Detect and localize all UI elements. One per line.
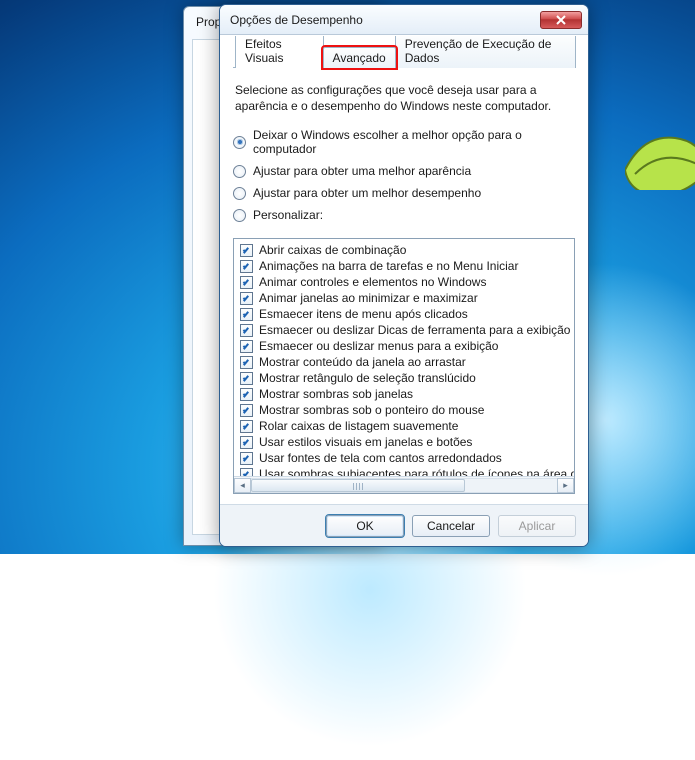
radio-label: Personalizar: [253, 208, 323, 222]
radio-label: Ajustar para obter um melhor desempenho [253, 186, 481, 200]
list-item[interactable]: Abrir caixas de combinação [238, 242, 574, 258]
button-label: OK [356, 519, 373, 533]
tab-dep[interactable]: Prevenção de Execução de Dados [395, 35, 576, 68]
radio-let-windows-choose[interactable]: Deixar o Windows escolher a melhor opção… [233, 128, 575, 156]
checkbox-icon[interactable] [240, 468, 253, 476]
button-label: Cancelar [427, 519, 475, 533]
checkbox-icon[interactable] [240, 404, 253, 417]
list-item[interactable]: Esmaecer ou deslizar Dicas de ferramenta… [238, 322, 574, 338]
effects-list-container: Abrir caixas de combinação Animações na b… [233, 238, 575, 494]
checkbox-icon[interactable] [240, 356, 253, 369]
description-text: Selecione as configurações que você dese… [235, 82, 573, 114]
checkbox-icon[interactable] [240, 420, 253, 433]
scroll-left-button[interactable]: ◂ [234, 478, 251, 493]
effects-list[interactable]: Abrir caixas de combinação Animações na b… [234, 239, 574, 476]
list-item-label: Mostrar sombras sob janelas [259, 387, 413, 401]
list-item[interactable]: Mostrar retângulo de seleção translúcido [238, 370, 574, 386]
tab-advanced[interactable]: Avançado [323, 47, 396, 68]
checkbox-icon[interactable] [240, 260, 253, 273]
list-item-label: Animar janelas ao minimizar e maximizar [259, 291, 478, 305]
radio-label: Ajustar para obter uma melhor aparência [253, 164, 471, 178]
radio-icon [233, 136, 246, 149]
scroll-thumb[interactable] [251, 479, 465, 492]
radio-group: Deixar o Windows escolher a melhor opção… [233, 124, 575, 230]
list-item-label: Mostrar sombras sob o ponteiro do mouse [259, 403, 484, 417]
tab-visual-effects[interactable]: Efeitos Visuais [235, 35, 324, 68]
list-item[interactable]: Animar controles e elementos no Windows [238, 274, 574, 290]
ok-button[interactable]: OK [326, 515, 404, 537]
list-item[interactable]: Mostrar sombras sob janelas [238, 386, 574, 402]
radio-label: Deixar o Windows escolher a melhor opção… [253, 128, 575, 156]
radio-icon [233, 209, 246, 222]
radio-icon [233, 165, 246, 178]
checkbox-icon[interactable] [240, 324, 253, 337]
list-item-label: Esmaecer ou deslizar Dicas de ferramenta… [259, 323, 570, 337]
apply-button: Aplicar [498, 515, 576, 537]
tab-label: Efeitos Visuais [245, 37, 283, 65]
list-item-label: Usar fontes de tela com cantos arredonda… [259, 451, 502, 465]
checkbox-icon[interactable] [240, 436, 253, 449]
button-label: Aplicar [519, 519, 556, 533]
list-item[interactable]: Esmaecer ou deslizar menus para a exibiç… [238, 338, 574, 354]
list-item-label: Abrir caixas de combinação [259, 243, 406, 257]
list-item-label: Animações na barra de tarefas e no Menu … [259, 259, 518, 273]
cancel-button[interactable]: Cancelar [412, 515, 490, 537]
list-item[interactable]: Usar fontes de tela com cantos arredonda… [238, 450, 574, 466]
tab-label: Prevenção de Execução de Dados [405, 37, 552, 65]
list-item[interactable]: Animar janelas ao minimizar e maximizar [238, 290, 574, 306]
list-item[interactable]: Usar sombras subjacentes para rótulos de… [238, 466, 574, 476]
list-item[interactable]: Usar estilos visuais em janelas e botões [238, 434, 574, 450]
list-item-label: Mostrar conteúdo da janela ao arrastar [259, 355, 466, 369]
list-item[interactable]: Mostrar sombras sob o ponteiro do mouse [238, 402, 574, 418]
checkbox-icon[interactable] [240, 340, 253, 353]
checkbox-icon[interactable] [240, 388, 253, 401]
list-item[interactable]: Esmaecer itens de menu após clicados [238, 306, 574, 322]
windows-logo-leaf [625, 130, 695, 190]
radio-best-appearance[interactable]: Ajustar para obter uma melhor aparência [233, 164, 575, 178]
list-item-label: Esmaecer ou deslizar menus para a exibiç… [259, 339, 498, 353]
checkbox-icon[interactable] [240, 452, 253, 465]
radio-best-performance[interactable]: Ajustar para obter um melhor desempenho [233, 186, 575, 200]
list-item[interactable]: Mostrar conteúdo da janela ao arrastar [238, 354, 574, 370]
list-item-label: Mostrar retângulo de seleção translúcido [259, 371, 476, 385]
list-item-label: Animar controles e elementos no Windows [259, 275, 486, 289]
performance-options-dialog: Opções de Desempenho Efeitos Visuais Ava… [219, 4, 589, 547]
titlebar[interactable]: Opções de Desempenho [220, 5, 588, 35]
list-item[interactable]: Animações na barra de tarefas e no Menu … [238, 258, 574, 274]
checkbox-icon[interactable] [240, 372, 253, 385]
list-item[interactable]: Rolar caixas de listagem suavemente [238, 418, 574, 434]
list-item-label: Usar estilos visuais em janelas e botões [259, 435, 472, 449]
scroll-track[interactable] [251, 478, 557, 493]
list-item-label: Rolar caixas de listagem suavemente [259, 419, 458, 433]
dialog-title: Opções de Desempenho [230, 13, 540, 27]
checkbox-icon[interactable] [240, 292, 253, 305]
horizontal-scrollbar[interactable]: ◂ ▸ [234, 476, 574, 493]
dialog-footer: OK Cancelar Aplicar [220, 504, 588, 546]
radio-icon [233, 187, 246, 200]
scroll-right-button[interactable]: ▸ [557, 478, 574, 493]
close-icon [556, 15, 566, 25]
tab-strip: Efeitos Visuais Avançado Prevenção de Ex… [233, 45, 575, 68]
dialog-content: Efeitos Visuais Avançado Prevenção de Ex… [220, 35, 588, 504]
close-button[interactable] [540, 11, 582, 29]
list-item-label: Usar sombras subjacentes para rótulos de… [259, 467, 574, 476]
checkbox-icon[interactable] [240, 244, 253, 257]
list-item-label: Esmaecer itens de menu após clicados [259, 307, 468, 321]
checkbox-icon[interactable] [240, 308, 253, 321]
checkbox-icon[interactable] [240, 276, 253, 289]
tab-label: Avançado [333, 51, 386, 65]
radio-custom[interactable]: Personalizar: [233, 208, 575, 222]
